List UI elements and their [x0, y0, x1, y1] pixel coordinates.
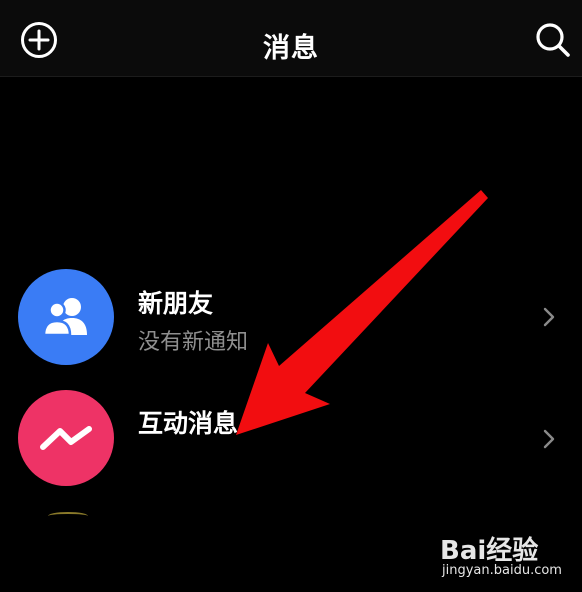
interactions-title: 互动消息: [138, 409, 239, 438]
new-friends-subtitle: 没有新通知: [138, 330, 249, 355]
chevron-right-icon: [543, 307, 555, 327]
new-friends-title: 新朋友: [138, 289, 214, 318]
search-button[interactable]: [531, 18, 575, 62]
baidu-jingyan-watermark: Bai经验 jingyan.baidu.com: [440, 530, 570, 582]
list-item-interactions[interactable]: 互动消息: [0, 382, 582, 492]
partial-list-item-avatar: [48, 512, 88, 520]
people-icon: [42, 298, 87, 337]
list-item-new-friends[interactable]: 新朋友 没有新通知: [0, 262, 582, 372]
interactions-avatar: [18, 390, 114, 486]
watermark-url: jingyan.baidu.com: [442, 563, 562, 578]
top-bar: 消息: [0, 0, 582, 77]
chevron-right-icon: [543, 429, 555, 449]
search-icon: [536, 23, 570, 57]
page-title: 消息: [263, 33, 319, 64]
new-friends-avatar: [18, 269, 114, 365]
watermark-brand: Bai经验: [440, 536, 539, 566]
zigzag-icon: [40, 426, 92, 450]
